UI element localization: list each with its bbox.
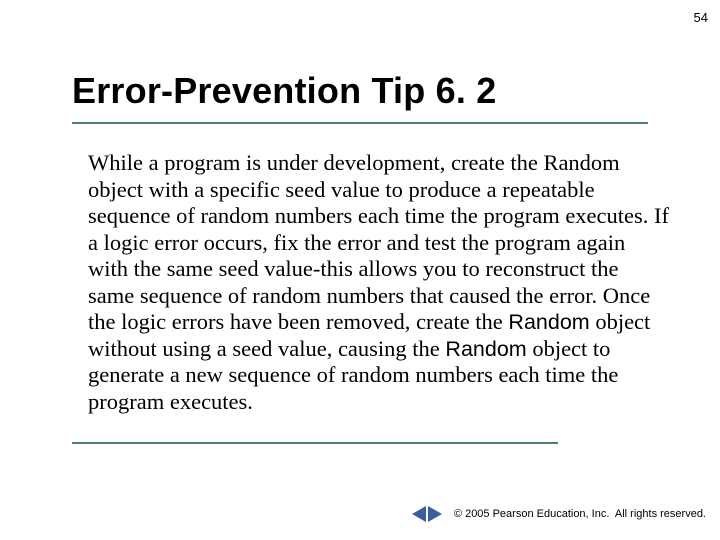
- copyright-symbol: ©: [454, 508, 462, 520]
- divider-top: [72, 122, 648, 124]
- body-text: While a program is under development, cr…: [88, 150, 670, 415]
- next-arrow-icon[interactable]: [428, 506, 442, 522]
- code-random-2: Random: [445, 337, 526, 361]
- divider-bottom: [72, 442, 558, 444]
- prev-arrow-icon[interactable]: [412, 506, 426, 522]
- page-number: 54: [694, 10, 708, 25]
- footer: © 2005 Pearson Education, Inc. All right…: [412, 506, 706, 522]
- slide-container: 54 Error-Prevention Tip 6. 2 While a pro…: [0, 0, 720, 540]
- code-random-1: Random: [508, 310, 589, 334]
- copyright-rest: 2005 Pearson Education, Inc. All rights …: [462, 508, 706, 520]
- copyright-text: © 2005 Pearson Education, Inc. All right…: [454, 508, 706, 520]
- nav-arrows: [412, 506, 442, 522]
- body-part1: While a program is under development, cr…: [88, 150, 669, 334]
- slide-title: Error-Prevention Tip 6. 2: [72, 70, 496, 112]
